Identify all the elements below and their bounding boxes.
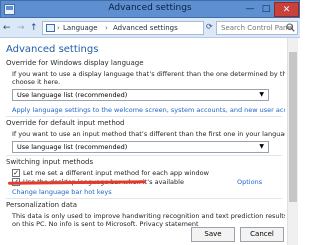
close-button[interactable]: ✕ [274,2,299,17]
dropdown-value: Use language list (recommended) [17,143,128,151]
breadcrumb-separator: › [57,24,60,32]
display-language-dropdown[interactable]: Use language list (recommended) ▼ [12,89,269,101]
options-link[interactable]: Options [237,178,262,186]
display-language-description: choose it here. [12,78,61,86]
checkbox-label[interactable]: Let me set a different input method for … [23,169,209,177]
apply-language-settings-link[interactable]: Apply language settings to the welcome s… [12,106,285,114]
control-panel-icon [46,24,55,32]
back-arrow-icon[interactable]: ← [3,22,11,34]
search-icon[interactable] [286,23,295,32]
personalization-description: This data is only used to improve handwr… [12,212,285,220]
check-icon: ✓ [13,169,19,177]
page-title: Advanced settings [6,44,99,55]
section-title-display-language: Override for Windows display language [6,59,144,67]
section-divider [6,198,282,199]
dropdown-value: Use language list (recommended) [17,91,128,99]
dropdown-arrow-icon: ▼ [259,143,264,150]
input-method-description: If you want to use an input method that’… [12,130,285,138]
scrollbar-thumb[interactable] [289,52,297,202]
title-bar: Advanced settings — □ ✕ [0,0,300,18]
refresh-icon[interactable]: ⟳ [206,22,213,31]
maximize-button[interactable]: □ [259,2,273,17]
minimize-button[interactable]: — [243,2,257,17]
settings-panel: Advanced settings Override for Windows d… [0,38,285,245]
breadcrumb-language[interactable]: Language [63,24,98,32]
section-title-switching: Switching input methods [6,158,94,166]
breadcrumb-separator: › [105,24,108,32]
section-title-personalization: Personalization data [6,201,78,209]
forward-arrow-icon[interactable]: → [17,22,25,34]
dropdown-arrow-icon: ▼ [259,91,264,98]
vertical-scrollbar[interactable] [287,38,298,245]
address-bar[interactable]: › Language › Advanced settings [42,21,204,35]
save-button[interactable]: Save [191,227,235,242]
change-hotkeys-link[interactable]: Change language bar hot keys [12,188,112,196]
up-arrow-icon[interactable]: ↑ [30,22,38,34]
input-method-dropdown[interactable]: Use language list (recommended) ▼ [12,141,269,153]
checkbox-per-app-input[interactable]: ✓ [12,169,20,177]
section-title-input-method: Override for default input method [6,119,125,127]
navigation-bar: ← → ↑ › Language › Advanced settings ⟳ [0,18,300,38]
display-language-description: If you want to use a display language th… [12,70,285,78]
breadcrumb-advanced-settings[interactable]: Advanced settings [113,24,178,32]
cancel-button[interactable]: Cancel [240,227,284,242]
personalization-description: on this PC. No info is sent to Microsoft… [12,220,199,228]
section-divider [6,155,282,156]
section-divider [6,116,282,117]
